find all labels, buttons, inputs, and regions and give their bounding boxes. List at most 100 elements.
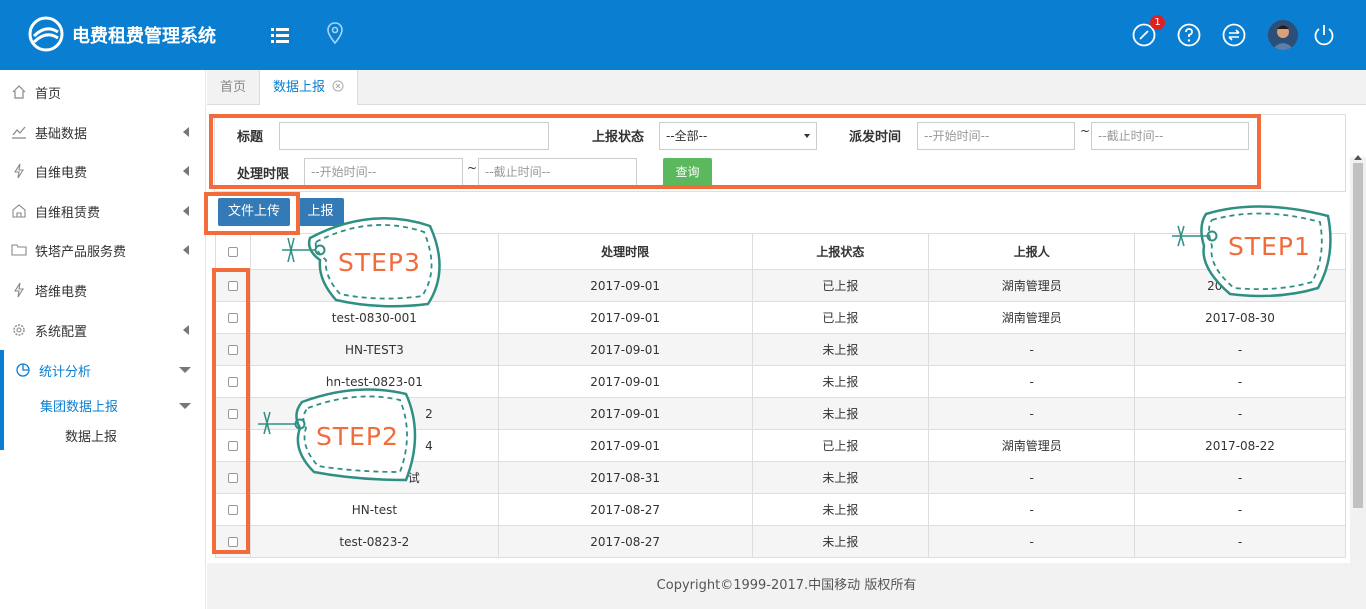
cell-reporter: - xyxy=(928,493,1136,526)
cell-status: 未上报 xyxy=(751,461,930,494)
row-checkbox[interactable] xyxy=(227,377,238,387)
deadline-end-input[interactable]: --截止时间-- xyxy=(478,158,637,186)
chevron-left-icon xyxy=(183,127,189,137)
header-status: 上报状态 xyxy=(751,233,930,270)
cell-title: 3 xyxy=(249,269,499,302)
row-checkbox[interactable] xyxy=(227,441,238,451)
sidebar-item-label: 自维电费 xyxy=(35,166,88,181)
switch-icon[interactable] xyxy=(1221,22,1247,48)
table-row[interactable]: 2 2017-09-01 未上报 - - xyxy=(215,397,1346,430)
row-checkbox-cell xyxy=(215,365,251,398)
range-separator: ~ xyxy=(1080,124,1091,138)
scroll-thumb[interactable] xyxy=(1353,163,1363,508)
sidebar-item-label: 系统配置 xyxy=(35,325,88,340)
cell-report-time: 2017-08-22 xyxy=(1134,429,1346,462)
cell-deadline: 2017-09-01 xyxy=(497,333,753,366)
avatar[interactable] xyxy=(1268,20,1298,50)
notification-badge: 1 xyxy=(1150,15,1165,30)
row-checkbox[interactable] xyxy=(227,345,238,355)
sidebar-item-basic-data[interactable]: 基础数据 xyxy=(0,112,206,152)
title-input[interactable] xyxy=(279,122,549,150)
table-row[interactable]: hn-test-0823-01 2017-09-01 未上报 - - xyxy=(215,365,1346,398)
sidebar: 首页 基础数据 自维电费 自维租赁费 铁塔产品服务费 塔维电费 系统配置 统计分… xyxy=(0,70,206,609)
top-header: 电费租费管理系统 1 xyxy=(0,0,1366,70)
row-checkbox-cell xyxy=(215,525,251,558)
power-icon[interactable] xyxy=(1311,22,1337,48)
table-row[interactable]: test-0830-001 2017-09-01 已上报 湖南管理员 2017-… xyxy=(215,301,1346,334)
cell-title: test-0823-2 xyxy=(249,525,499,558)
cell-title: hn-test-0823-01 xyxy=(249,365,499,398)
header-deadline: 处理时限 xyxy=(497,233,753,270)
row-checkbox[interactable] xyxy=(227,505,238,515)
query-button[interactable]: 查询 xyxy=(663,158,712,187)
sidebar-item-label: 基础数据 xyxy=(35,127,88,142)
row-checkbox-cell xyxy=(215,461,251,494)
sidebar-item-label: 首页 xyxy=(35,87,62,102)
cell-reporter: 湖南管理员 xyxy=(928,301,1136,334)
title-label: 标题 xyxy=(237,130,264,145)
row-checkbox[interactable] xyxy=(227,313,238,323)
home-icon xyxy=(12,85,26,99)
report-button[interactable]: 上报 xyxy=(297,198,344,226)
cell-status: 已上报 xyxy=(751,301,930,334)
location-pin-icon[interactable] xyxy=(322,20,348,46)
sidebar-item-label: 统计分析 xyxy=(39,365,92,380)
deadline-start-input[interactable]: --开始时间-- xyxy=(304,158,463,186)
sidebar-item-home[interactable]: 首页 xyxy=(0,72,206,112)
cell-deadline: 2017-08-27 xyxy=(497,525,753,558)
sidebar-item-self-electricity[interactable]: 自维电费 xyxy=(0,151,206,191)
sidebar-item-system-config[interactable]: 系统配置 xyxy=(0,310,206,350)
lightning-icon xyxy=(14,163,24,179)
row-checkbox[interactable] xyxy=(227,473,238,483)
cell-deadline: 2017-09-01 xyxy=(497,365,753,398)
cell-status: 未上报 xyxy=(751,365,930,398)
sidebar-item-tower-service[interactable]: 铁塔产品服务费 xyxy=(0,230,206,270)
header-title xyxy=(249,233,499,270)
table-row[interactable]: 3 2017-09-01 已上报 湖南管理员 201 xyxy=(215,269,1346,302)
user-avatar-icon xyxy=(1268,20,1298,50)
pie-chart-icon xyxy=(16,363,30,377)
row-checkbox-cell xyxy=(215,493,251,526)
status-label: 上报状态 xyxy=(592,130,645,145)
sidebar-item-tower-electricity[interactable]: 塔维电费 xyxy=(0,270,206,310)
cell-report-time: - xyxy=(1134,397,1346,430)
range-separator: ~ xyxy=(467,161,478,175)
row-checkbox-cell xyxy=(215,397,251,430)
row-checkbox[interactable] xyxy=(227,537,238,547)
vertical-scrollbar[interactable] xyxy=(1350,155,1366,598)
cell-report-time: - xyxy=(1134,493,1346,526)
table-row[interactable]: test-0823-2 2017-08-27 未上报 - - xyxy=(215,525,1346,558)
row-checkbox[interactable] xyxy=(227,281,238,291)
tab-data-report[interactable]: 数据上报 xyxy=(260,70,359,106)
sidebar-subitem-label: 数据上报 xyxy=(65,430,118,445)
cell-title: 试 xyxy=(249,461,499,494)
cell-report-time: 2017-08-30 xyxy=(1134,301,1346,334)
select-all-checkbox[interactable] xyxy=(227,247,238,257)
dispatch-time-label: 派发时间 xyxy=(849,130,902,145)
table-row[interactable]: 试 2017-08-31 未上报 - - xyxy=(215,461,1346,494)
row-checkbox[interactable] xyxy=(227,409,238,419)
chevron-left-icon xyxy=(183,206,189,216)
table-row[interactable]: 4 2017-09-01 已上报 湖南管理员 2017-08-22 xyxy=(215,429,1346,462)
menu-list-icon[interactable] xyxy=(267,22,293,48)
table-row[interactable]: HN-test 2017-08-27 未上报 - - xyxy=(215,493,1346,526)
table-row[interactable]: HN-TEST3 2017-09-01 未上报 - - xyxy=(215,333,1346,366)
sidebar-subitem-data-report[interactable]: 数据上报 xyxy=(0,414,206,450)
row-checkbox-cell xyxy=(215,301,251,334)
report-table: 处理时限 上报状态 上报人 3 2017-09-01 已上报 湖南管理员 201 xyxy=(215,233,1346,558)
sidebar-item-self-rent[interactable]: 自维租赁费 xyxy=(0,191,206,231)
cell-status: 未上报 xyxy=(751,397,930,430)
logo xyxy=(28,16,64,52)
cell-reporter: - xyxy=(928,461,1136,494)
cell-title: 4 xyxy=(249,429,499,462)
upload-file-button[interactable]: 文件上传 xyxy=(218,198,290,226)
help-icon[interactable] xyxy=(1176,22,1202,48)
close-icon[interactable] xyxy=(332,80,344,92)
chevron-down-icon xyxy=(179,403,191,409)
dispatch-end-input[interactable]: --截止时间-- xyxy=(1091,122,1249,150)
dispatch-start-input[interactable]: --开始时间-- xyxy=(917,122,1075,150)
status-select[interactable]: --全部-- xyxy=(659,122,817,150)
scroll-up-arrow-icon[interactable] xyxy=(1354,155,1362,160)
tab-home[interactable]: 首页 xyxy=(207,70,261,105)
house-icon xyxy=(12,204,26,218)
